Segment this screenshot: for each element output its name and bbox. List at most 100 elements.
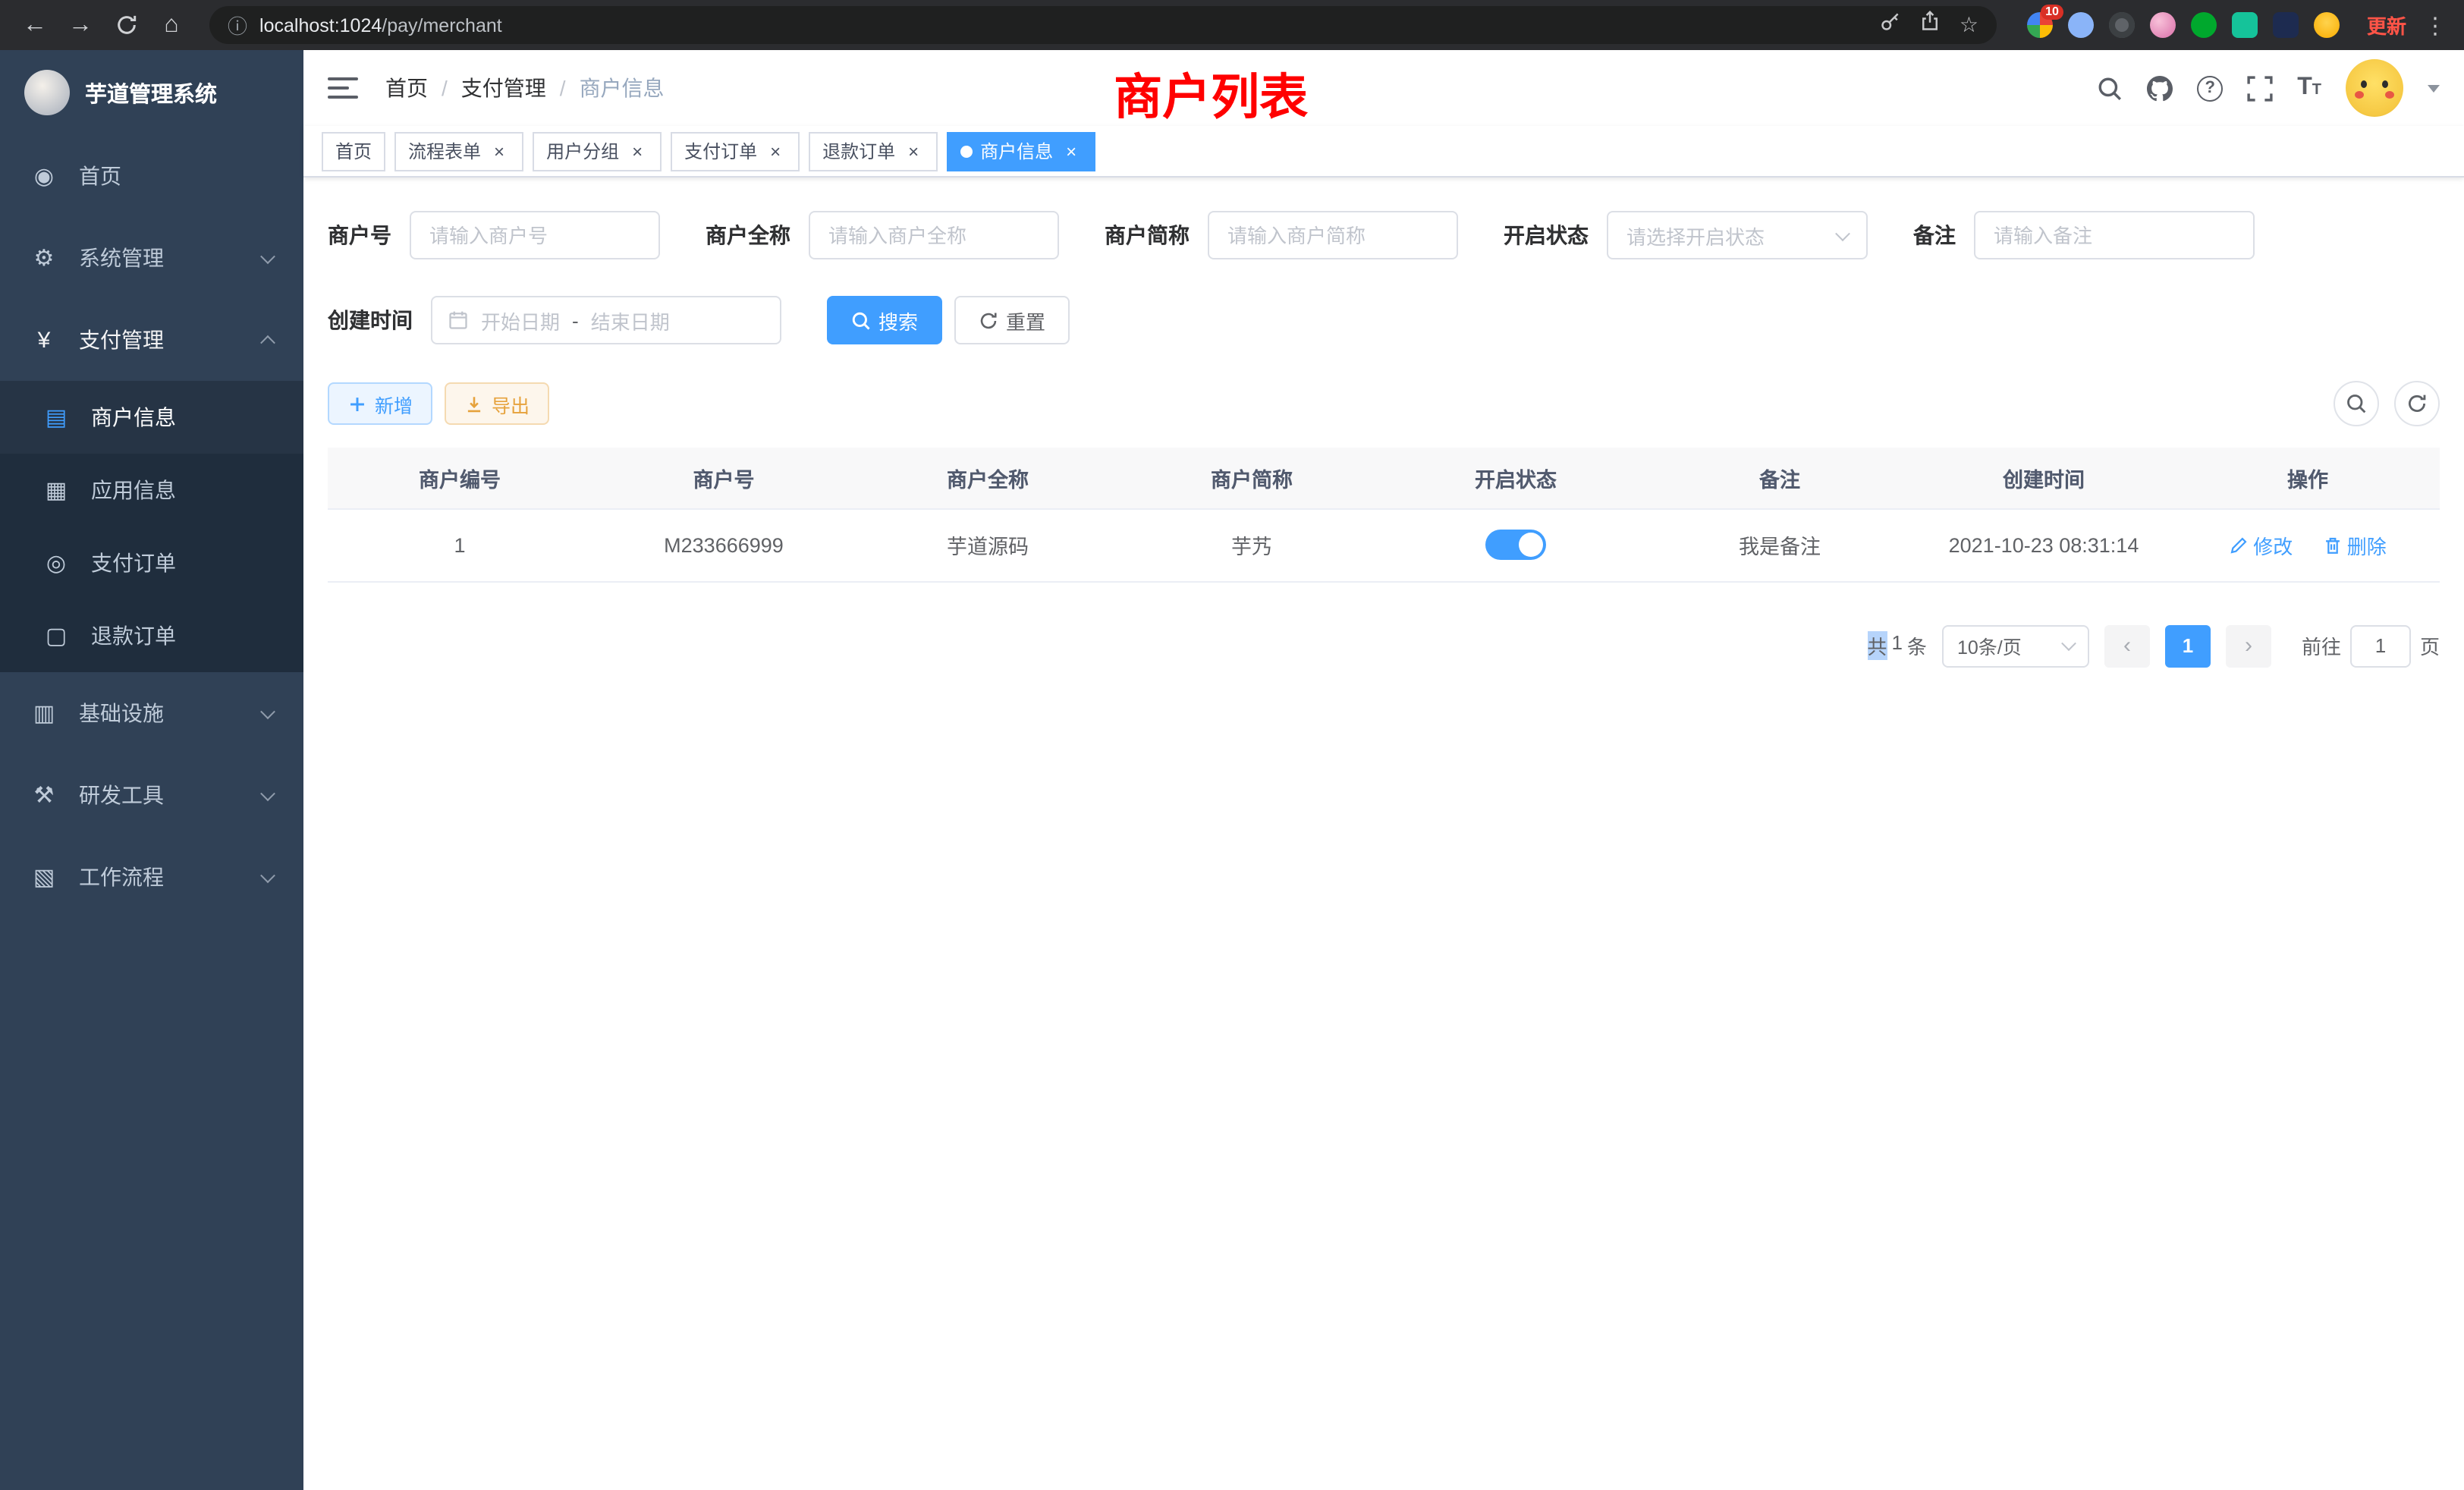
prev-page-button[interactable]: ‹	[2104, 624, 2150, 667]
font-size-icon[interactable]: TT	[2297, 76, 2321, 100]
sidebar-collapse-icon[interactable]	[328, 77, 358, 99]
plus-icon	[347, 394, 367, 413]
logo-avatar	[24, 70, 70, 115]
short-name-input[interactable]	[1208, 211, 1458, 259]
user-menu-caret-icon[interactable]	[2428, 84, 2440, 92]
sidebar-item-merchant-info[interactable]: ▤ 商户信息	[0, 381, 303, 454]
sidebar-item-label: 支付订单	[91, 548, 176, 578]
goto-page-input[interactable]	[2350, 624, 2411, 667]
profile-avatar-icon[interactable]	[2314, 12, 2340, 38]
edit-pencil-icon	[2229, 535, 2249, 555]
github-icon[interactable]	[2147, 75, 2173, 101]
sidebar-item-home[interactable]: ◉ 首页	[0, 135, 303, 217]
short-name-label: 商户简称	[1105, 220, 1190, 250]
chevron-up-icon	[260, 335, 275, 350]
site-info-icon[interactable]: ⓘ	[228, 11, 247, 39]
pagination: 共 1 条 10条/页 ‹ 1 › 前往 页	[328, 624, 2440, 667]
back-icon[interactable]: ←	[15, 5, 55, 45]
chevron-down-icon	[260, 248, 275, 263]
close-icon[interactable]: ×	[765, 140, 786, 162]
user-avatar[interactable]	[2346, 59, 2403, 117]
tab-process-form[interactable]: 流程表单 ×	[394, 131, 523, 171]
tab-home[interactable]: 首页	[322, 131, 385, 171]
browser-menu-icon[interactable]: ⋮	[2422, 11, 2449, 39]
sidebar-item-label: 应用信息	[91, 475, 176, 505]
search-icon[interactable]	[2097, 75, 2123, 101]
tab-merchant-info[interactable]: 商户信息 ×	[947, 131, 1095, 171]
goto-suffix: 页	[2420, 631, 2440, 660]
sidebar-item-label: 基础设施	[79, 698, 164, 728]
extension-icon[interactable]	[2068, 12, 2094, 38]
app-logo[interactable]: 芋道管理系统	[0, 50, 303, 135]
home-icon[interactable]: ⌂	[152, 5, 191, 45]
refund-icon: ▢	[42, 622, 70, 649]
sidebar-item-pay-orders[interactable]: ◎ 支付订单	[0, 527, 303, 599]
extension-icon[interactable]	[2150, 12, 2176, 38]
chrome-update-button[interactable]: 更新	[2367, 11, 2406, 39]
address-bar[interactable]: ⓘ localhost:1024/pay/merchant ☆	[209, 6, 1997, 44]
bookmark-star-icon[interactable]: ☆	[1960, 12, 1978, 38]
breadcrumb-home[interactable]: 首页	[385, 73, 428, 103]
export-button[interactable]: 导出	[445, 382, 549, 425]
breadcrumb-payment[interactable]: 支付管理	[461, 73, 546, 103]
sidebar-item-refund-orders[interactable]: ▢ 退款订单	[0, 599, 303, 672]
extension-icon[interactable]	[2232, 12, 2258, 38]
add-button[interactable]: 新增	[328, 382, 432, 425]
next-page-button[interactable]: ›	[2226, 624, 2271, 667]
cell-full-name: 芋道源码	[856, 508, 1120, 581]
edit-button[interactable]: 修改	[2229, 530, 2293, 559]
col-actions: 操作	[2176, 448, 2440, 508]
search-button[interactable]: 搜索	[827, 296, 942, 344]
extension-icon[interactable]: 10	[2027, 12, 2053, 38]
table-header-row: 商户编号 商户号 商户全称 商户简称 开启状态 备注 创建时间 操作	[328, 448, 2440, 508]
cell-short-name: 芋艿	[1120, 508, 1384, 581]
page-content: 商户号 商户全称 商户简称 开启状态 请选择开启状态	[303, 178, 2464, 1490]
sidebar-item-dev-tools[interactable]: ⚒ 研发工具	[0, 754, 303, 836]
sidebar-item-workflow[interactable]: ▧ 工作流程	[0, 836, 303, 918]
create-time-range-picker[interactable]: 开始日期 - 结束日期	[431, 296, 781, 344]
order-icon: ◎	[42, 549, 70, 577]
tab-pay-orders[interactable]: 支付订单 ×	[671, 131, 800, 171]
page-size-select[interactable]: 10条/页	[1942, 624, 2089, 667]
infra-icon: ▥	[30, 699, 58, 727]
close-icon[interactable]: ×	[627, 140, 648, 162]
sidebar-item-system[interactable]: ⚙ 系统管理	[0, 217, 303, 299]
merchant-no-input[interactable]	[410, 211, 660, 259]
forward-icon[interactable]: →	[61, 5, 100, 45]
sidebar-item-infrastructure[interactable]: ▥ 基础设施	[0, 672, 303, 754]
col-create-time: 创建时间	[1912, 448, 2176, 508]
reset-button[interactable]: 重置	[954, 296, 1070, 344]
col-merchant-id: 商户编号	[328, 448, 592, 508]
share-icon[interactable]	[1920, 11, 1941, 39]
sidebar-item-label: 系统管理	[79, 243, 164, 273]
close-icon[interactable]: ×	[903, 140, 924, 162]
tab-refund-orders[interactable]: 退款订单 ×	[809, 131, 938, 171]
password-key-icon[interactable]	[1881, 11, 1902, 39]
toggle-search-icon[interactable]	[2334, 381, 2379, 426]
delete-button[interactable]: 删除	[2323, 530, 2387, 559]
url-path: /pay/merchant	[382, 14, 501, 36]
page-number-button[interactable]: 1	[2165, 624, 2211, 667]
download-icon	[464, 394, 484, 413]
extension-icon[interactable]	[2109, 12, 2135, 38]
close-icon[interactable]: ×	[1061, 140, 1082, 162]
refresh-table-icon[interactable]	[2394, 381, 2440, 426]
reload-icon[interactable]	[106, 5, 146, 45]
tabs-bar: 首页 流程表单 × 用户分组 × 支付订单 × 退款订单 ×	[303, 126, 2464, 178]
table-row: 1 M233666999 芋道源码 芋艿 我是备注 2021-10-23 08:…	[328, 508, 2440, 581]
remark-input[interactable]	[1974, 211, 2255, 259]
status-select[interactable]: 请选择开启状态	[1607, 211, 1868, 259]
cell-status	[1384, 508, 1648, 581]
full-name-input[interactable]	[809, 211, 1059, 259]
sidebar-item-app-info[interactable]: ▦ 应用信息	[0, 454, 303, 527]
help-icon[interactable]: ?	[2197, 75, 2223, 101]
card-icon: ▤	[42, 404, 70, 431]
tab-user-group[interactable]: 用户分组 ×	[533, 131, 662, 171]
status-toggle[interactable]	[1485, 530, 1546, 560]
sidebar-submenu-payment: ▤ 商户信息 ▦ 应用信息 ◎ 支付订单 ▢ 退款订单	[0, 381, 303, 672]
close-icon[interactable]: ×	[489, 140, 510, 162]
fullscreen-icon[interactable]	[2247, 75, 2273, 101]
sidebar-item-payment[interactable]: ¥ 支付管理	[0, 299, 303, 381]
extension-icon[interactable]	[2273, 12, 2299, 38]
extension-icon[interactable]	[2191, 12, 2217, 38]
